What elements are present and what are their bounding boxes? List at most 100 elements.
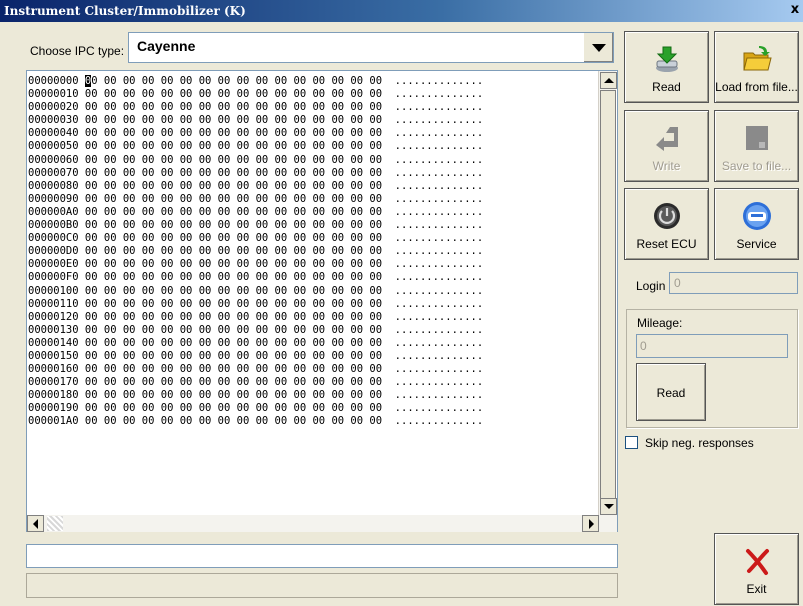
ipc-type-select[interactable]: Cayenne bbox=[128, 32, 614, 63]
command-input[interactable] bbox=[26, 544, 618, 568]
hex-ascii: .............. bbox=[382, 310, 484, 323]
hex-ascii: .............. bbox=[382, 179, 484, 192]
read-button[interactable]: Read bbox=[624, 31, 709, 103]
hex-bytes[interactable]: 00 00 00 00 00 00 00 00 00 00 00 00 00 0… bbox=[85, 258, 382, 270]
hex-ascii: .............. bbox=[382, 363, 484, 376]
hex-bytes[interactable]: 00 00 00 00 00 00 00 00 00 00 00 00 00 0… bbox=[85, 298, 382, 310]
hex-ascii: .............. bbox=[382, 284, 484, 297]
hex-row: 00000000 00 00 00 00 00 00 00 00 00 00 0… bbox=[28, 75, 483, 88]
hex-row: 00000180 00 00 00 00 00 00 00 00 00 00 0… bbox=[28, 389, 483, 402]
hex-ascii: .............. bbox=[382, 349, 484, 362]
vertical-scrollbar[interactable] bbox=[598, 71, 617, 520]
hex-row: 00000040 00 00 00 00 00 00 00 00 00 00 0… bbox=[28, 127, 483, 140]
hex-bytes[interactable]: 00 00 00 00 00 00 00 00 00 00 00 00 00 0… bbox=[85, 219, 382, 231]
text-cursor: 0 bbox=[84, 75, 92, 87]
hex-bytes[interactable]: 00 00 00 00 00 00 00 00 00 00 00 00 00 0… bbox=[85, 324, 382, 336]
load-from-file-button[interactable]: Load from file... bbox=[714, 31, 799, 103]
hex-address: 000000B0 bbox=[28, 219, 85, 232]
login-label: Login bbox=[636, 279, 666, 293]
arrow-right-icon bbox=[589, 519, 594, 529]
hex-ascii: .............. bbox=[382, 127, 484, 140]
hex-bytes[interactable]: 00 00 00 00 00 00 00 00 00 00 00 00 00 0… bbox=[85, 127, 382, 139]
mileage-read-button[interactable]: Read bbox=[636, 363, 706, 421]
hex-bytes[interactable]: 00 00 00 00 00 00 00 00 00 00 00 00 00 0… bbox=[85, 337, 382, 349]
hex-bytes[interactable]: 00 00 00 00 00 00 00 00 00 00 00 00 00 0… bbox=[85, 88, 382, 100]
hex-bytes[interactable]: 00 00 00 00 00 00 00 00 00 00 00 00 00 0… bbox=[85, 140, 382, 152]
floppy-disk-icon bbox=[746, 126, 768, 150]
hex-ascii: .............. bbox=[382, 75, 484, 87]
power-icon bbox=[654, 203, 680, 229]
hex-row: 00000170 00 00 00 00 00 00 00 00 00 00 0… bbox=[28, 376, 483, 389]
reset-ecu-button[interactable]: Reset ECU bbox=[624, 188, 709, 260]
mileage-field[interactable]: 0 bbox=[636, 334, 788, 358]
hex-row: 00000130 00 00 00 00 00 00 00 00 00 00 0… bbox=[28, 324, 483, 337]
horizontal-scrollbar[interactable] bbox=[27, 515, 617, 532]
hex-bytes[interactable]: 00 00 00 00 00 00 00 00 00 00 00 00 00 0… bbox=[85, 101, 382, 113]
scroll-right-button[interactable] bbox=[582, 515, 599, 532]
hex-bytes[interactable]: 00 00 00 00 00 00 00 00 00 00 00 00 00 0… bbox=[85, 402, 382, 414]
scroll-down-button[interactable] bbox=[600, 498, 617, 515]
service-button[interactable]: Service bbox=[714, 188, 799, 260]
hex-editor[interactable]: 00000000 00 00 00 00 00 00 00 00 00 00 0… bbox=[26, 70, 618, 532]
hex-address: 00000030 bbox=[28, 114, 85, 127]
hex-ascii: .............. bbox=[382, 297, 484, 310]
scroll-up-button[interactable] bbox=[600, 72, 617, 89]
horizontal-scroll-thumb[interactable] bbox=[47, 516, 63, 531]
hex-bytes[interactable]: 00 00 00 00 00 00 00 00 00 00 00 00 00 0… bbox=[85, 193, 382, 205]
hex-ascii: .............. bbox=[382, 389, 484, 402]
window-title: Instrument Cluster/Immobilizer (K) bbox=[4, 4, 246, 18]
download-arrow-icon bbox=[656, 46, 678, 72]
scroll-left-button[interactable] bbox=[27, 515, 44, 532]
hex-bytes[interactable]: 00 00 00 00 00 00 00 00 00 00 00 00 00 0… bbox=[85, 350, 382, 362]
red-x-icon bbox=[746, 549, 769, 575]
hex-bytes[interactable]: 00 00 00 00 00 00 00 00 00 00 00 00 00 0… bbox=[85, 245, 382, 257]
hex-address: 00000090 bbox=[28, 192, 85, 205]
hex-dump: 00000000 00 00 00 00 00 00 00 00 00 00 0… bbox=[28, 75, 483, 429]
hex-row: 00000050 00 00 00 00 00 00 00 00 00 00 0… bbox=[28, 140, 483, 153]
dropdown-button[interactable] bbox=[583, 33, 613, 62]
skip-neg-responses-checkbox[interactable] bbox=[625, 436, 638, 449]
hex-ascii: .............. bbox=[382, 245, 484, 258]
hex-ascii: .............. bbox=[382, 258, 484, 271]
hex-bytes[interactable]: 00 00 00 00 00 00 00 00 00 00 00 00 00 0… bbox=[85, 415, 382, 427]
hex-bytes[interactable]: 00 00 00 00 00 00 00 00 00 00 00 00 00 0… bbox=[85, 271, 382, 283]
exit-button[interactable]: Exit bbox=[714, 533, 799, 605]
hex-bytes[interactable]: 00 00 00 00 00 00 00 00 00 00 00 00 00 0… bbox=[85, 363, 382, 375]
vertical-scroll-thumb[interactable] bbox=[600, 90, 616, 520]
reset-ecu-label: Reset ECU bbox=[636, 237, 697, 251]
hex-bytes[interactable]: 00 00 00 00 00 00 00 00 00 00 00 00 00 0… bbox=[85, 285, 382, 297]
hex-row: 000000F0 00 00 00 00 00 00 00 00 00 00 0… bbox=[28, 271, 483, 284]
hex-bytes[interactable]: 00 00 00 00 00 00 00 00 00 00 00 00 00 0… bbox=[85, 376, 382, 388]
load-from-file-label: Load from file... bbox=[715, 80, 798, 94]
hex-ascii: .............. bbox=[382, 232, 484, 245]
skip-neg-responses-label: Skip neg. responses bbox=[645, 436, 754, 450]
hex-bytes[interactable]: 00 00 00 00 00 00 00 00 00 00 00 00 00 0… bbox=[84, 75, 382, 87]
hex-ascii: .............. bbox=[382, 192, 484, 205]
hex-row: 00000140 00 00 00 00 00 00 00 00 00 00 0… bbox=[28, 337, 483, 350]
hex-bytes[interactable]: 00 00 00 00 00 00 00 00 00 00 00 00 00 0… bbox=[85, 389, 382, 401]
hex-row: 00000150 00 00 00 00 00 00 00 00 00 00 0… bbox=[28, 350, 483, 363]
ipc-type-value: Cayenne bbox=[137, 38, 196, 54]
write-button[interactable]: Write bbox=[624, 110, 709, 182]
ipc-type-label: Choose IPC type: bbox=[30, 44, 125, 58]
hex-bytes[interactable]: 00 00 00 00 00 00 00 00 00 00 00 00 00 0… bbox=[85, 167, 382, 179]
close-button[interactable]: x bbox=[787, 3, 803, 17]
hex-row: 00000090 00 00 00 00 00 00 00 00 00 00 0… bbox=[28, 193, 483, 206]
hex-address: 00000110 bbox=[28, 297, 85, 310]
hex-bytes[interactable]: 00 00 00 00 00 00 00 00 00 00 00 00 00 0… bbox=[85, 114, 382, 126]
login-field[interactable]: 0 bbox=[669, 272, 798, 294]
hex-bytes[interactable]: 00 00 00 00 00 00 00 00 00 00 00 00 00 0… bbox=[85, 206, 382, 218]
hex-bytes[interactable]: 00 00 00 00 00 00 00 00 00 00 00 00 00 0… bbox=[85, 232, 382, 244]
hex-bytes[interactable]: 00 00 00 00 00 00 00 00 00 00 00 00 00 0… bbox=[85, 180, 382, 192]
hex-bytes[interactable]: 00 00 00 00 00 00 00 00 00 00 00 00 00 0… bbox=[85, 311, 382, 323]
hex-row: 00000100 00 00 00 00 00 00 00 00 00 00 0… bbox=[28, 285, 483, 298]
hex-row: 00000120 00 00 00 00 00 00 00 00 00 00 0… bbox=[28, 311, 483, 324]
title-bar: Instrument Cluster/Immobilizer (K) x bbox=[0, 0, 803, 22]
hex-bytes[interactable]: 00 00 00 00 00 00 00 00 00 00 00 00 00 0… bbox=[85, 154, 382, 166]
hex-address: 00000010 bbox=[28, 88, 85, 101]
hex-address: 00000140 bbox=[28, 336, 85, 349]
arrow-up-icon bbox=[604, 78, 614, 83]
save-to-file-button[interactable]: Save to file... bbox=[714, 110, 799, 182]
hex-address: 00000150 bbox=[28, 349, 85, 362]
hex-address: 00000050 bbox=[28, 140, 85, 153]
